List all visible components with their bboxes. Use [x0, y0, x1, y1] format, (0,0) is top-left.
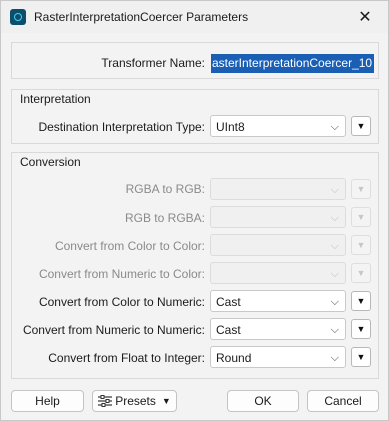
rgb-to-rgba-select[interactable]: ⌵ [210, 206, 346, 228]
color-to-color-label: Convert from Color to Color: [54, 239, 205, 253]
color-to-numeric-menu-button[interactable]: ▼ [351, 291, 371, 311]
destination-interpretation-menu-button[interactable]: ▼ [351, 116, 371, 136]
rgb-to-rgba-menu-button[interactable]: ▼ [351, 207, 371, 227]
rgba-to-rgb-select[interactable]: ⌵ [210, 178, 346, 200]
chevron-down-icon: ⌵ [330, 352, 339, 364]
cancel-button[interactable]: Cancel [307, 390, 379, 412]
interpretation-section-label: Interpretation [20, 92, 91, 106]
rgba-to-rgb-label: RGBA to RGB: [125, 182, 205, 196]
float-to-integer-menu-button[interactable]: ▼ [351, 347, 371, 367]
destination-interpretation-select[interactable]: UInt8 ⌵ [210, 115, 346, 137]
ok-button[interactable]: OK [227, 390, 299, 412]
float-to-integer-select[interactable]: Round ⌵ [210, 346, 346, 368]
sliders-icon [98, 395, 113, 407]
color-to-numeric-label: Convert from Color to Numeric: [38, 295, 205, 309]
destination-interpretation-value: UInt8 [216, 120, 245, 134]
transformer-name-input[interactable]: asterInterpretationCoercer_10 [211, 54, 374, 73]
dialog-window: RasterInterpretationCoercer Parameters ✕… [0, 0, 389, 421]
numeric-to-numeric-label: Convert from Numeric to Numeric: [22, 323, 205, 337]
close-button[interactable]: ✕ [342, 1, 388, 33]
chevron-down-icon: ⌵ [330, 296, 339, 308]
caret-down-icon: ▼ [161, 396, 171, 406]
numeric-to-numeric-menu-button[interactable]: ▼ [351, 319, 371, 339]
presets-label: Presets [115, 394, 156, 408]
rgb-to-rgba-label: RGB to RGBA: [124, 211, 205, 225]
color-to-color-select[interactable]: ⌵ [210, 234, 346, 256]
destination-interpretation-label: Destination Interpretation Type: [38, 120, 205, 134]
conversion-section-label: Conversion [20, 155, 81, 169]
title-bar: RasterInterpretationCoercer Parameters ✕ [1, 1, 388, 33]
numeric-to-color-select[interactable]: ⌵ [210, 262, 346, 284]
rgba-to-rgb-menu-button[interactable]: ▼ [351, 179, 371, 199]
transformer-name-label: Transformer Name: [101, 56, 205, 70]
color-to-numeric-select[interactable]: Cast ⌵ [210, 290, 346, 312]
numeric-to-color-label: Convert from Numeric to Color: [38, 267, 205, 281]
color-to-numeric-value: Cast [216, 295, 241, 309]
chevron-down-icon: ⌵ [330, 268, 339, 280]
presets-button[interactable]: Presets ▼ [92, 390, 177, 412]
float-to-integer-value: Round [216, 351, 252, 365]
window-title: RasterInterpretationCoercer Parameters [34, 10, 249, 24]
color-to-color-menu-button[interactable]: ▼ [351, 235, 371, 255]
numeric-to-color-menu-button[interactable]: ▼ [351, 263, 371, 283]
chevron-down-icon: ⌵ [330, 324, 339, 336]
chevron-down-icon: ⌵ [330, 212, 339, 224]
chevron-down-icon: ⌵ [330, 240, 339, 252]
app-icon [10, 9, 26, 25]
numeric-to-numeric-value: Cast [216, 323, 241, 337]
numeric-to-numeric-select[interactable]: Cast ⌵ [210, 318, 346, 340]
float-to-integer-label: Convert from Float to Integer: [48, 351, 205, 365]
chevron-down-icon: ⌵ [330, 184, 339, 196]
help-button[interactable]: Help [11, 390, 84, 412]
chevron-down-icon: ⌵ [330, 121, 339, 133]
